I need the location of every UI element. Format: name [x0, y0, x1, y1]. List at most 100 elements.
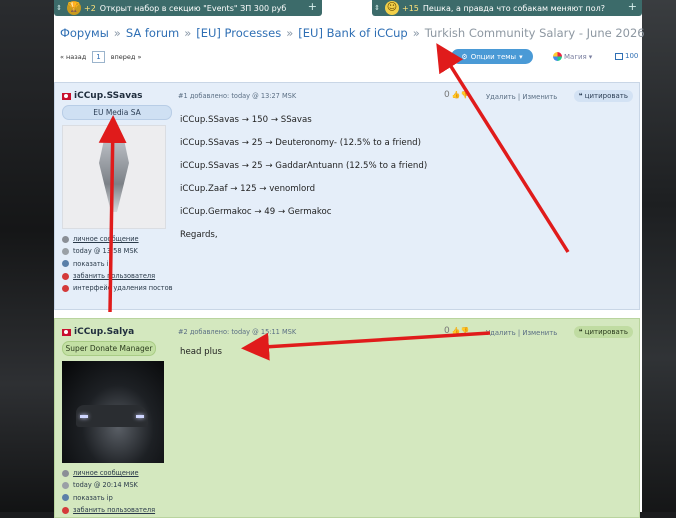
chevron-down-icon: ▾ [519, 52, 523, 61]
private-message-link[interactable]: личное сообщение [62, 233, 172, 245]
author-name-row: iCCup.SSavas [62, 91, 172, 101]
post-body: head plus [180, 347, 222, 370]
current-page[interactable]: 1 [92, 51, 105, 63]
banner-text[interactable]: Открыт набор в секцию "Events" ЗП 300 ру… [100, 4, 287, 13]
avatar[interactable] [62, 361, 164, 463]
quote-button[interactable]: ❝ цитировать [573, 90, 633, 102]
avatar-headlight [80, 415, 88, 418]
next-page-link[interactable]: вперед » [111, 53, 142, 61]
pager: « назад 1 вперед » [60, 51, 141, 63]
ban-icon [62, 506, 69, 514]
breadcrumb-separator: » [113, 26, 121, 40]
last-online: today @ 13:58 MSK [62, 245, 172, 257]
plus-icon[interactable]: + [308, 0, 317, 13]
posts-per-page[interactable]: 100 [615, 52, 638, 60]
like-counter[interactable]: 0 👍👎 [444, 90, 469, 100]
delete-posts-interface-link[interactable]: интерфейс удаления постов [62, 282, 173, 294]
edit-link[interactable]: Изменить [522, 329, 557, 337]
message-icon [62, 469, 69, 477]
breadcrumb-eu-processes[interactable]: [EU] Processes [196, 26, 281, 40]
breadcrumb-separator: » [286, 26, 294, 40]
user-title-badge: Super Donate Manager [62, 341, 156, 356]
clock-icon [62, 247, 69, 255]
monitor-icon [62, 494, 69, 502]
post-line: iCCup.SSavas → 150 → SSavas [180, 115, 312, 125]
avatar-headlight [136, 415, 144, 418]
turkey-flag-icon [62, 92, 71, 100]
user-links: личное сообщение today @ 13:58 MSK показ… [62, 233, 173, 294]
post-body: iCCup.SSavas → 150 → SSavas iCCup.SSavas… [180, 115, 427, 253]
trophy-icon: 🏆 [67, 1, 81, 15]
avatar[interactable] [62, 125, 166, 229]
user-links: личное сообщение today @ 20:14 MSK показ… [62, 467, 172, 516]
thread-options-label: Опции темы [470, 52, 517, 61]
post-line: Regards, [180, 230, 218, 240]
thread-options-button[interactable]: ⚙ Опции темы ▾ [451, 49, 533, 64]
banner-text[interactable]: Пешка, а правда что собакам меняют пол? [423, 4, 605, 13]
user-title-badge: EU Media SA [62, 105, 172, 120]
author-name[interactable]: iCCup.SSavas [74, 91, 143, 101]
chevron-down-icon: ▾ [588, 52, 593, 61]
clock-icon [62, 481, 69, 489]
magic-menu[interactable]: Магия ▾ [553, 52, 592, 61]
ban-user-link[interactable]: забанить пользователя [62, 504, 172, 516]
post: iCCup.Salya Super Donate Manager личное … [54, 318, 640, 518]
like-counter[interactable]: 0 👍👎 [444, 326, 469, 336]
delete-icon [62, 284, 69, 292]
show-ip-link[interactable]: показать ip [62, 492, 172, 504]
show-ip-link[interactable]: показать ip [62, 258, 172, 270]
breadcrumb-bank[interactable]: [EU] Bank of iCCup [298, 26, 407, 40]
breadcrumb-sa-forum[interactable]: SA forum [126, 26, 179, 40]
monitor-icon [62, 260, 69, 268]
sort-arrows-icon: ⇕ [374, 4, 380, 12]
post: iCCup.SSavas EU Media SA личное сообщени… [54, 82, 640, 310]
delete-link[interactable]: Удалить [486, 329, 516, 337]
plus-icon[interactable]: + [628, 0, 637, 13]
gear-icon: ⚙ [461, 52, 468, 61]
prev-page-link[interactable]: « назад [60, 53, 86, 61]
avatar-figure [99, 142, 129, 212]
like-count: 0 [444, 326, 450, 336]
thumbs-icon[interactable]: 👍👎 [452, 327, 469, 335]
breadcrumb: Форумы » SA forum » [EU] Processes » [EU] Bank… [60, 26, 645, 40]
breadcrumb-separator: » [184, 26, 192, 40]
event-banner[interactable]: ⇕ 🏆 +2 Открыт набор в секцию "Events" ЗП… [54, 0, 322, 16]
sort-arrows-icon: ⇕ [56, 4, 62, 12]
post-line: iCCup.SSavas → 25 → GaddarAntuann (12.5%… [180, 161, 428, 171]
turkey-flag-icon [62, 328, 71, 336]
post-line: head plus [180, 347, 222, 357]
background-right [640, 0, 676, 512]
post-actions: Удалить | Изменить [486, 329, 558, 337]
like-count: 0 [444, 90, 450, 100]
forum-page: ⇕ 🏆 +2 Открыт набор в секцию "Events" ЗП… [54, 0, 645, 518]
thumbs-icon[interactable]: 👍👎 [452, 91, 469, 99]
ban-icon [62, 272, 69, 280]
magic-icon [553, 52, 562, 61]
quote-label: цитировать [584, 328, 628, 336]
posts-per-page-value: 100 [625, 52, 639, 60]
author-name[interactable]: iCCup.Salya [74, 327, 134, 337]
banner-points: +15 [402, 3, 419, 13]
post-meta: #2 добавлено: today @ 15:11 MSK [178, 328, 297, 336]
thread-title: Turkish Community Salary - June 2026 [424, 26, 645, 40]
delete-link[interactable]: Удалить [486, 93, 516, 101]
question-banner[interactable]: ⇕ ☺ +15 Пешка, а правда что собакам меня… [372, 0, 642, 16]
ban-user-link[interactable]: забанить пользователя [62, 270, 172, 282]
banner-points: +2 [84, 3, 96, 13]
quote-label: цитировать [584, 92, 628, 100]
background-left [0, 0, 56, 512]
magic-label: Магия [564, 52, 587, 61]
grid-icon [615, 52, 623, 60]
post-author-panel: iCCup.SSavas EU Media SA личное сообщени… [62, 91, 173, 294]
author-name-row: iCCup.Salya [62, 327, 172, 337]
post-line: iCCup.SSavas → 25 → Deuteronomy- (12.5% … [180, 138, 421, 148]
post-line: iCCup.Germakoc → 49 → Germakoc [180, 207, 332, 217]
post-meta: #1 добавлено: today @ 13:27 MSK [178, 92, 297, 100]
edit-link[interactable]: Изменить [522, 93, 557, 101]
message-icon [62, 235, 69, 243]
breadcrumb-separator: » [412, 26, 420, 40]
quote-button[interactable]: ❝ цитировать [573, 326, 633, 338]
private-message-link[interactable]: личное сообщение [62, 467, 172, 479]
post-author-panel: iCCup.Salya Super Donate Manager личное … [62, 327, 172, 516]
breadcrumb-forums[interactable]: Форумы [60, 26, 109, 40]
